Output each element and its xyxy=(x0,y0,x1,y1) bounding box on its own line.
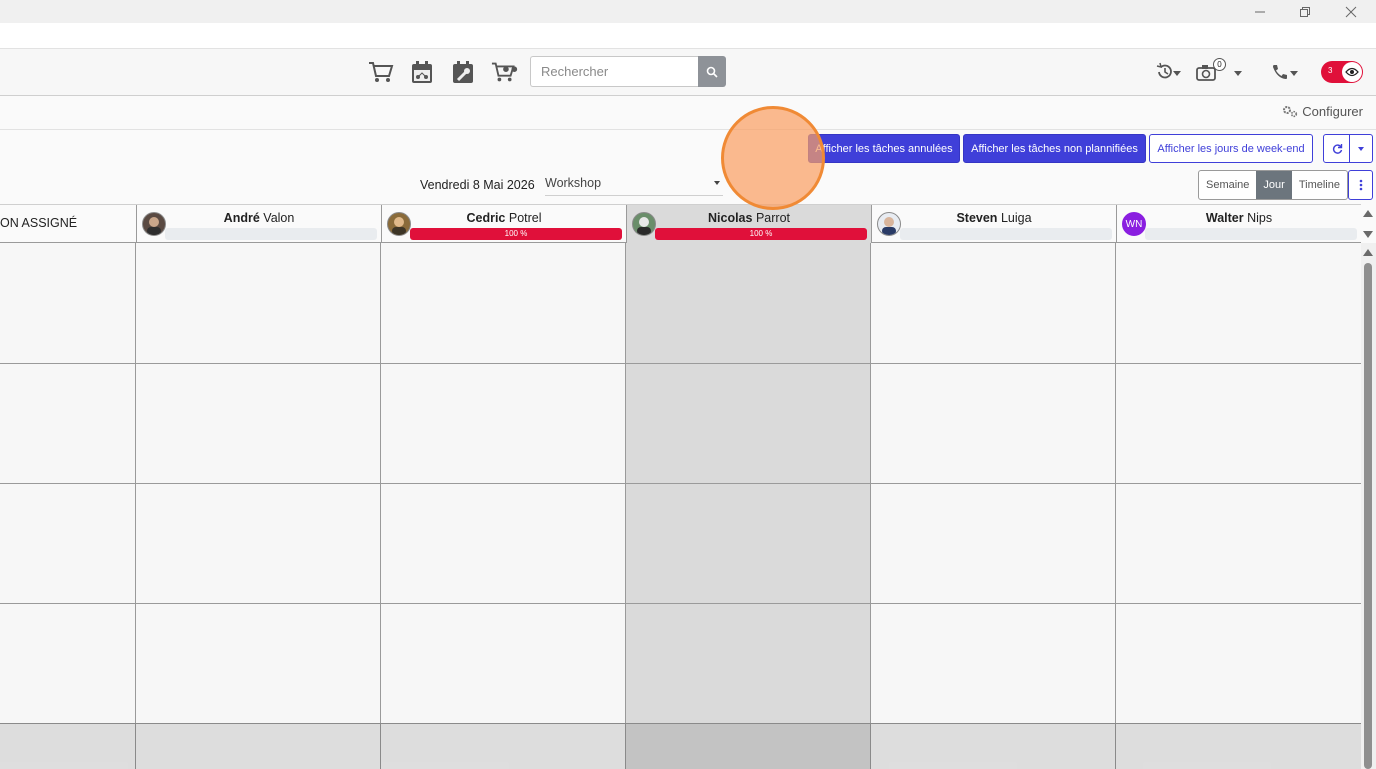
configure-link[interactable]: Configurer xyxy=(1282,104,1363,119)
eye-icon xyxy=(1342,62,1362,82)
non-working-hours-band xyxy=(0,723,1361,769)
refresh-button[interactable] xyxy=(1323,134,1350,163)
configure-label: Configurer xyxy=(1302,104,1363,119)
search-input[interactable] xyxy=(530,56,698,87)
show-unplanned-tasks-button[interactable]: Afficher les tâches non plannifiées xyxy=(963,134,1146,163)
resource-name: Nicolas Parrot xyxy=(708,211,790,225)
resource-header-nicolas[interactable]: Nicolas Parrot 100 % xyxy=(626,205,871,243)
click-indicator xyxy=(721,106,825,210)
workshop-caret-icon xyxy=(714,181,720,185)
row-divider xyxy=(0,603,1361,604)
calendar-grid[interactable] xyxy=(0,243,1361,769)
top-navbar: 0 3 xyxy=(0,49,1376,96)
cart-icon[interactable] xyxy=(367,59,395,85)
calendar-moto-icon[interactable] xyxy=(408,59,436,85)
scroll-up-icon[interactable] xyxy=(1363,249,1373,256)
browser-address-bar xyxy=(0,23,1376,49)
resource-header-row: ON ASSIGNÉ André Valon Cedric Potrel 100… xyxy=(0,204,1361,243)
view-week-button[interactable]: Semaine xyxy=(1199,171,1256,199)
camera-caret-icon[interactable] xyxy=(1234,71,1242,76)
resource-column[interactable] xyxy=(135,243,380,769)
view-timeline-button[interactable]: Timeline xyxy=(1292,171,1347,199)
workload-bar xyxy=(1145,228,1357,240)
scrollbar-thumb[interactable] xyxy=(1364,263,1372,769)
more-options-button[interactable] xyxy=(1348,170,1373,200)
header-scroll-down-icon[interactable] xyxy=(1363,231,1373,238)
workload-bar xyxy=(165,228,377,240)
search-button[interactable] xyxy=(698,56,726,87)
show-cancelled-tasks-button[interactable]: Afficher les tâches annulées xyxy=(808,134,960,163)
workload-bar xyxy=(900,228,1112,240)
show-weekend-button[interactable]: Afficher les jours de week-end xyxy=(1149,134,1313,163)
window-titlebar xyxy=(0,0,1376,23)
resource-name: Walter Nips xyxy=(1205,211,1273,225)
toggle-badge: 3 xyxy=(1328,66,1333,75)
resource-name: Steven Luiga xyxy=(956,211,1032,225)
calendar-wrench-icon[interactable] xyxy=(449,59,477,85)
resource-name: Cedric Potrel xyxy=(466,211,542,225)
resource-column[interactable] xyxy=(380,243,625,769)
resource-header-cedric[interactable]: Cedric Potrel 100 % xyxy=(381,205,626,243)
resource-column[interactable] xyxy=(625,243,870,769)
resource-column[interactable] xyxy=(870,243,1115,769)
view-switcher: Semaine Jour Timeline xyxy=(1198,170,1348,200)
workload-bar: 100 % xyxy=(410,228,622,240)
resource-header-walter[interactable]: WN Walter Nips xyxy=(1116,205,1361,243)
workshop-select[interactable]: Workshop xyxy=(545,176,723,196)
cart-moto-icon[interactable] xyxy=(491,59,519,85)
row-divider xyxy=(0,483,1361,484)
resource-header-andre[interactable]: André Valon xyxy=(136,205,381,243)
unassigned-column-header: ON ASSIGNÉ xyxy=(0,216,78,230)
view-day-button[interactable]: Jour xyxy=(1256,171,1292,199)
vertical-dots-icon xyxy=(1359,179,1362,191)
search-icon xyxy=(706,66,718,78)
row-divider xyxy=(0,363,1361,364)
restore-icon[interactable] xyxy=(1282,0,1328,23)
close-icon[interactable] xyxy=(1328,0,1374,23)
resource-name: André Valon xyxy=(223,211,295,225)
camera-badge: 0 xyxy=(1213,58,1226,71)
subheader: Configurer xyxy=(0,96,1376,130)
resource-column[interactable] xyxy=(1115,243,1361,769)
header-scroll-up-icon[interactable] xyxy=(1363,210,1373,217)
current-date-label: Vendredi 8 Mai 2026 xyxy=(420,178,535,192)
phone-caret-icon[interactable] xyxy=(1290,71,1298,76)
refresh-dropdown-button[interactable] xyxy=(1349,134,1373,163)
caret-down-icon xyxy=(1358,146,1364,151)
availability-toggle[interactable]: 3 xyxy=(1321,61,1363,83)
vertical-scrollbar[interactable] xyxy=(1361,243,1376,769)
gears-icon xyxy=(1283,106,1298,118)
workload-bar: 100 % xyxy=(655,228,867,240)
refresh-icon xyxy=(1332,143,1342,154)
resource-header-steven[interactable]: Steven Luiga xyxy=(871,205,1116,243)
history-caret-icon[interactable] xyxy=(1173,71,1181,76)
workshop-selected-value: Workshop xyxy=(545,176,602,190)
minimize-icon[interactable] xyxy=(1237,0,1283,23)
